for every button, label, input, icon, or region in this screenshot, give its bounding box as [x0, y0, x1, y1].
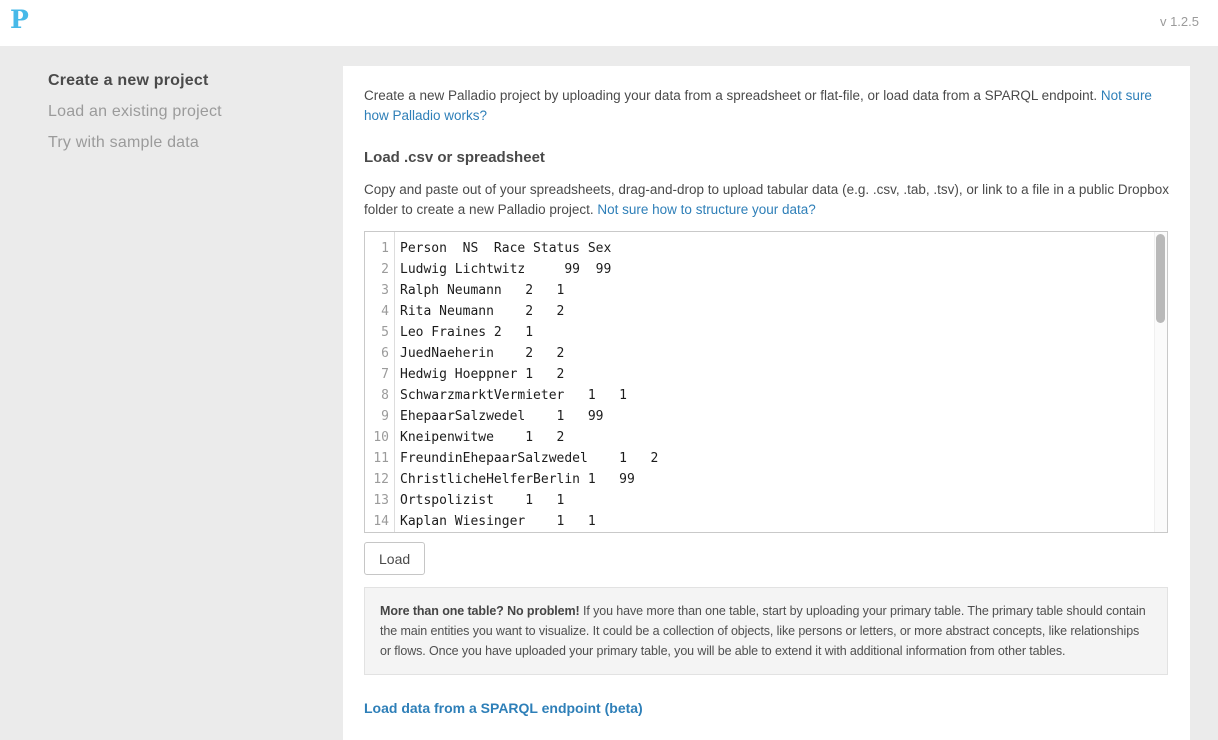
structure-data-link[interactable]: Not sure how to structure your data? [597, 202, 815, 217]
load-button[interactable]: Load [364, 542, 425, 575]
code-line: 4Rita Neumann 2 2 [365, 301, 1153, 322]
code-line: 1Person NS Race Status Sex [365, 238, 1153, 259]
sidebar-item-create-new-project[interactable]: Create a new project [48, 72, 328, 90]
line-number: 7 [365, 364, 389, 385]
line-text: Leo Fraines 2 1 [389, 322, 533, 343]
code-line: 2Ludwig Lichtwitz 99 99 [365, 259, 1153, 280]
line-number: 1 [365, 238, 389, 259]
line-text: Person NS Race Status Sex [389, 238, 611, 259]
code-line: 3Ralph Neumann 2 1 [365, 280, 1153, 301]
line-number: 4 [365, 301, 389, 322]
editor-scrollbar-track[interactable] [1154, 232, 1167, 532]
line-number: 11 [365, 448, 389, 469]
sidebar-item-load-existing-project[interactable]: Load an existing project [48, 103, 328, 121]
csv-input-editor[interactable]: 1Person NS Race Status Sex2Ludwig Lichtw… [364, 231, 1168, 533]
multiple-tables-info-box: More than one table? No problem! If you … [364, 587, 1168, 675]
intro-text: Create a new Palladio project by uploadi… [364, 88, 1101, 103]
version-label: v 1.2.5 [1160, 14, 1199, 29]
line-text: Ralph Neumann 2 1 [389, 280, 564, 301]
line-number: 9 [365, 406, 389, 427]
palladio-logo[interactable]: P [10, 4, 29, 36]
line-text: JuedNaeherin 2 2 [389, 343, 564, 364]
line-text: ChristlicheHelferBerlin 1 99 [389, 469, 635, 490]
info-box-lead: More than one table? No problem! [380, 604, 580, 618]
editor-scrollbar-thumb[interactable] [1156, 234, 1165, 323]
line-text: Ludwig Lichtwitz 99 99 [389, 259, 611, 280]
line-number: 13 [365, 490, 389, 511]
top-bar: P v 1.2.5 [0, 0, 1218, 46]
csv-section-heading: Load .csv or spreadsheet [364, 149, 1169, 166]
line-number: 12 [365, 469, 389, 490]
code-line: 8SchwarzmarktVermieter 1 1 [365, 385, 1153, 406]
code-line: 13Ortspolizist 1 1 [365, 490, 1153, 511]
line-text: Kaplan Wiesinger 1 1 [389, 511, 596, 532]
line-text: Hedwig Hoeppner 1 2 [389, 364, 564, 385]
code-line: 6JuedNaeherin 2 2 [365, 343, 1153, 364]
code-line: 9EhepaarSalzwedel 1 99 [365, 406, 1153, 427]
line-text: Rita Neumann 2 2 [389, 301, 564, 322]
code-lines: 1Person NS Race Status Sex2Ludwig Lichtw… [365, 238, 1153, 532]
line-number: 10 [365, 427, 389, 448]
sidebar-item-try-sample-data[interactable]: Try with sample data [48, 134, 328, 152]
line-number: 2 [365, 259, 389, 280]
code-line: 5Leo Fraines 2 1 [365, 322, 1153, 343]
code-line: 12ChristlicheHelferBerlin 1 99 [365, 469, 1153, 490]
line-text: FreundinEhepaarSalzwedel 1 2 [389, 448, 658, 469]
line-text: EhepaarSalzwedel 1 99 [389, 406, 604, 427]
line-number: 14 [365, 511, 389, 532]
intro-paragraph: Create a new Palladio project by uploadi… [364, 86, 1169, 126]
line-number: 6 [365, 343, 389, 364]
sparql-endpoint-link[interactable]: Load data from a SPARQL endpoint (beta) [364, 700, 643, 716]
sidebar: Create a new project Load an existing pr… [48, 72, 328, 165]
line-number: 8 [365, 385, 389, 406]
line-number: 5 [365, 322, 389, 343]
csv-paragraph: Copy and paste out of your spreadsheets,… [364, 180, 1169, 220]
code-line: 14Kaplan Wiesinger 1 1 [365, 511, 1153, 532]
code-line: 7Hedwig Hoeppner 1 2 [365, 364, 1153, 385]
main-panel: Create a new Palladio project by uploadi… [343, 66, 1190, 740]
line-text: Ortspolizist 1 1 [389, 490, 564, 511]
code-line: 10Kneipenwitwe 1 2 [365, 427, 1153, 448]
line-text: Kneipenwitwe 1 2 [389, 427, 564, 448]
code-line: 11FreundinEhepaarSalzwedel 1 2 [365, 448, 1153, 469]
line-number: 3 [365, 280, 389, 301]
line-text: SchwarzmarktVermieter 1 1 [389, 385, 627, 406]
